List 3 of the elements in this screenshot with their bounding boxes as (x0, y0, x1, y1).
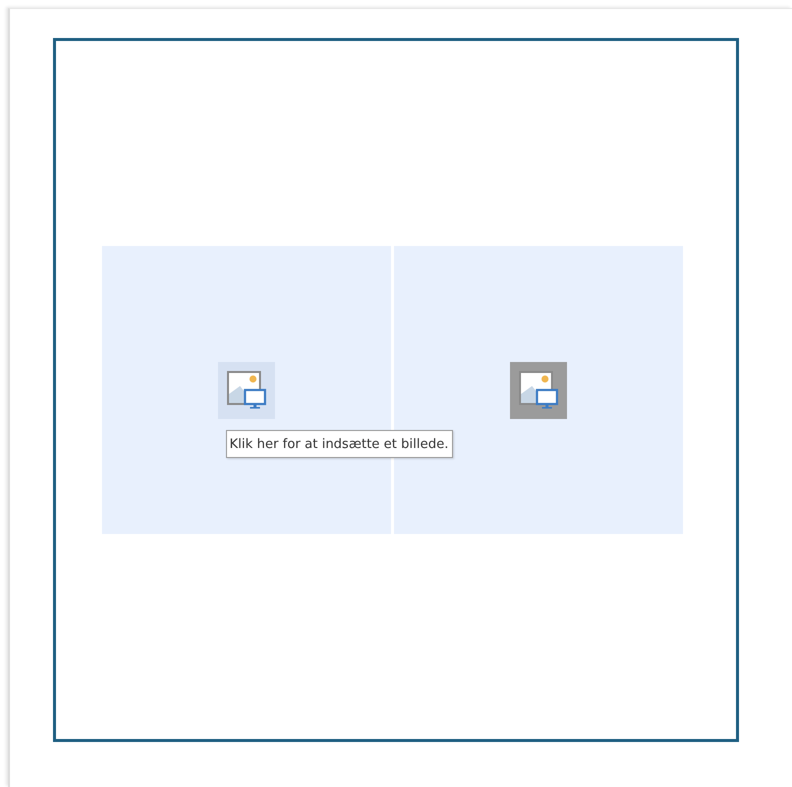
insert-picture-button[interactable] (510, 362, 566, 418)
tooltip: Klik her for at indsætte et billede. (226, 430, 452, 458)
insert-picture-button[interactable] (218, 362, 274, 418)
